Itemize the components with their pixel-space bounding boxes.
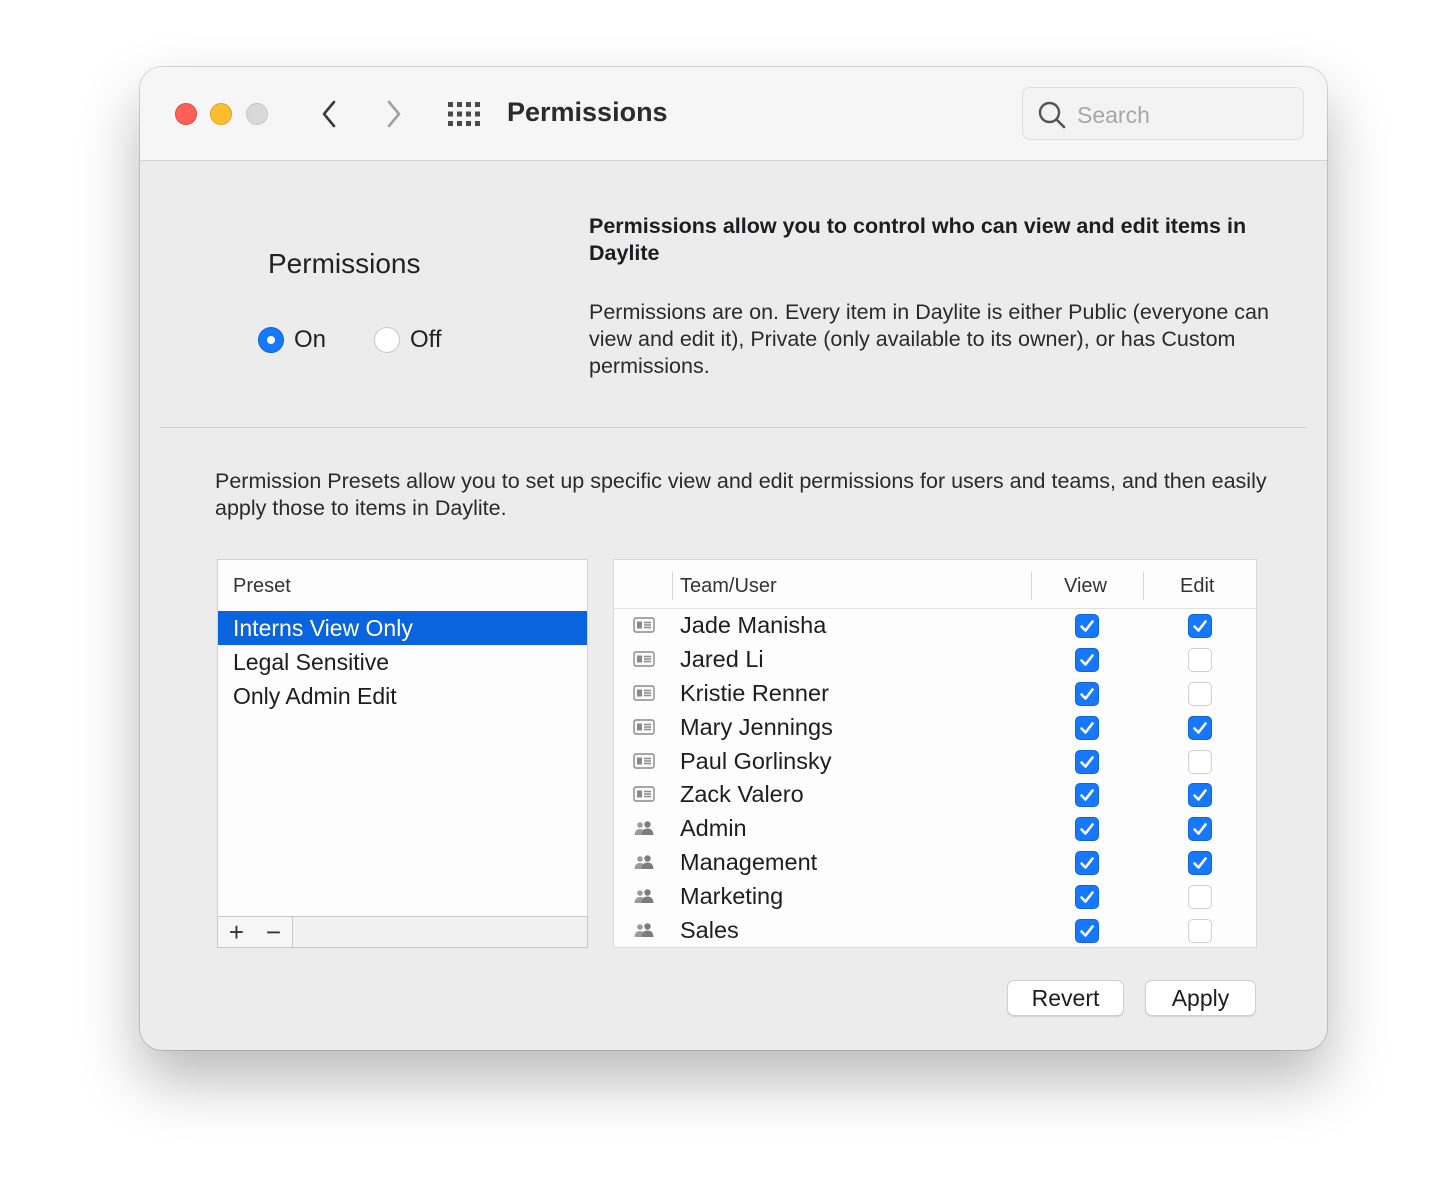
edit-checkbox[interactable]: [1188, 681, 1212, 706]
radio-on-label[interactable]: On: [294, 326, 326, 354]
edit-checkbox[interactable]: [1188, 783, 1212, 808]
preset-item[interactable]: Legal Sensitive: [218, 645, 587, 679]
view-checkbox[interactable]: [1075, 851, 1099, 876]
contact-card-icon: [633, 718, 655, 735]
edit-checkbox[interactable]: [1188, 614, 1212, 638]
team-icon: [633, 888, 655, 904]
show-all-button[interactable]: [446, 100, 482, 128]
radio-off-label[interactable]: Off: [410, 326, 442, 354]
contact-card-icon: [633, 786, 655, 803]
team-icon: [633, 820, 655, 836]
column-separator: [1143, 572, 1144, 600]
preset-list-footer: + −: [217, 916, 588, 948]
radio-on[interactable]: On: [258, 325, 326, 355]
edit-column-header[interactable]: Edit: [1180, 575, 1214, 598]
edit-checkbox[interactable]: [1188, 715, 1212, 740]
permissions-description-body: Permissions are on. Every item in Daylit…: [589, 300, 1269, 378]
apply-button[interactable]: Apply: [1145, 980, 1256, 1016]
user-name: Zack Valero: [680, 781, 804, 808]
edit-checkbox[interactable]: [1188, 749, 1212, 774]
view-checkbox[interactable]: [1075, 783, 1099, 808]
preset-item[interactable]: Interns View Only: [218, 611, 587, 645]
preset-list-panel: Preset Interns View Only Legal Sensitive…: [217, 559, 588, 948]
table-row[interactable]: Kristie Renner: [614, 677, 1256, 711]
user-rows: Jade Manisha Jared Li Kristie Renner Mary J…: [614, 609, 1256, 948]
user-name: Mary Jennings: [680, 713, 833, 740]
forward-button[interactable]: [378, 97, 408, 131]
contact-card-icon: [633, 752, 655, 769]
contact-card-icon: [633, 617, 655, 633]
permissions-description-title: Permissions allow you to control who can…: [589, 214, 1247, 265]
edit-checkbox[interactable]: [1188, 817, 1212, 842]
user-name: Jared Li: [680, 645, 764, 672]
edit-checkbox[interactable]: [1188, 851, 1212, 876]
table-row[interactable]: Zack Valero: [614, 778, 1256, 812]
revert-button[interactable]: Revert: [1007, 980, 1124, 1016]
team-icon: [633, 854, 655, 870]
team-user-column-header[interactable]: Team/User: [680, 575, 777, 598]
view-checkbox[interactable]: [1075, 885, 1099, 910]
presets-intro-text: Permission Presets allow you to set up s…: [215, 469, 1267, 520]
user-name: Sales: [680, 917, 739, 944]
minimize-button[interactable]: [210, 103, 232, 125]
radio-off[interactable]: Off: [374, 325, 442, 355]
preset-column-header: Preset: [233, 575, 291, 597]
user-permissions-table: Team/User View Edit Jade Manisha Jared Li…: [613, 559, 1257, 948]
table-row[interactable]: Sales: [614, 914, 1256, 948]
preferences-window: Permissions Permissions On Off Permissio…: [140, 67, 1327, 1050]
view-checkbox[interactable]: [1075, 614, 1099, 638]
preset-list: Interns View Only Legal Sensitive Only A…: [218, 611, 587, 713]
search-field[interactable]: [1022, 87, 1304, 140]
edit-checkbox[interactable]: [1188, 919, 1212, 944]
user-name: Jade Manisha: [680, 612, 827, 638]
user-name: Admin: [680, 815, 747, 842]
preset-item[interactable]: Only Admin Edit: [218, 679, 587, 713]
add-preset-button[interactable]: +: [218, 917, 256, 947]
close-button[interactable]: [175, 103, 197, 125]
contact-card-icon: [633, 685, 655, 701]
chevron-left-icon: [322, 100, 336, 128]
permissions-heading: Permissions: [268, 248, 421, 279]
contact-card-icon: [633, 651, 655, 667]
title-bar: Permissions: [140, 67, 1327, 161]
view-checkbox[interactable]: [1075, 681, 1099, 706]
radio-on-button[interactable]: [258, 327, 284, 353]
user-name: Marketing: [680, 883, 784, 910]
zoom-button[interactable]: [246, 103, 268, 125]
table-row[interactable]: Paul Gorlinsky: [614, 745, 1256, 779]
table-row[interactable]: Admin: [614, 812, 1256, 846]
table-row[interactable]: Jared Li: [614, 643, 1256, 677]
user-name: Management: [680, 849, 818, 876]
column-separator: [1031, 572, 1032, 600]
column-separator: [672, 572, 673, 600]
table-row[interactable]: Management: [614, 846, 1256, 880]
table-row[interactable]: Mary Jennings: [614, 711, 1256, 745]
team-icon: [633, 922, 655, 938]
section-divider: [160, 427, 1307, 428]
table-row[interactable]: Jade Manisha: [614, 609, 1256, 643]
radio-off-button[interactable]: [374, 327, 400, 353]
table-row[interactable]: Marketing: [614, 880, 1256, 914]
view-checkbox[interactable]: [1075, 647, 1099, 672]
edit-checkbox[interactable]: [1188, 647, 1212, 672]
window-title: Permissions: [507, 97, 668, 127]
user-name: Kristie Renner: [680, 679, 829, 706]
search-icon: [1038, 101, 1066, 129]
back-button[interactable]: [315, 97, 345, 131]
view-checkbox[interactable]: [1075, 817, 1099, 842]
remove-preset-button[interactable]: −: [255, 917, 293, 947]
edit-checkbox[interactable]: [1188, 885, 1212, 910]
grid-icon: [448, 102, 480, 126]
search-input[interactable]: [1075, 96, 1294, 134]
view-checkbox[interactable]: [1075, 715, 1099, 740]
chevron-right-icon: [387, 100, 401, 128]
view-checkbox[interactable]: [1075, 749, 1099, 774]
view-column-header[interactable]: View: [1064, 575, 1107, 598]
view-checkbox[interactable]: [1075, 919, 1099, 944]
user-name: Paul Gorlinsky: [680, 747, 832, 774]
